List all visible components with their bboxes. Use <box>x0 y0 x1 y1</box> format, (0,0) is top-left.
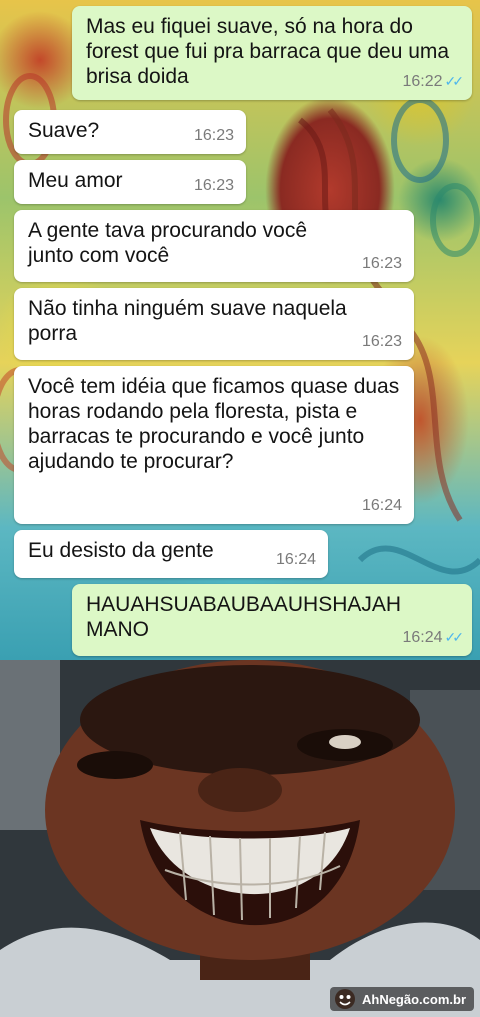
message-time: 16:22 <box>402 73 443 90</box>
message-text: Não tinha ninguém suave naquela porra <box>28 297 347 345</box>
message-bubble-outgoing[interactable]: Mas eu fiquei suave, só na hora do fores… <box>72 6 472 100</box>
message-time: 16:24 <box>275 551 316 568</box>
message-meta: 16:24 ✓✓ <box>402 625 465 650</box>
message-bubble-incoming[interactable]: Suave? 16:23 <box>14 110 246 154</box>
grinning-face-illustration <box>0 660 480 1017</box>
message-text: HAUAHSUABAUBAAUHSHAJAH MANO <box>86 593 402 641</box>
read-receipt-icon: ✓✓ <box>444 73 465 89</box>
message-bubble-incoming[interactable]: Não tinha ninguém suave naquela porra 16… <box>14 288 414 360</box>
message-text: A gente tava procurando você junto com v… <box>28 219 308 267</box>
message-meta: 16:22 ✓✓ <box>402 69 465 94</box>
message-bubble-incoming[interactable]: Eu desisto da gente 16:24 <box>14 530 328 578</box>
message-bubble-incoming[interactable]: Meu amor 16:23 <box>14 160 246 204</box>
read-receipt-icon: ✓✓ <box>444 629 465 645</box>
message-time: 16:23 <box>361 333 402 350</box>
message-bubble-incoming[interactable]: A gente tava procurando você junto com v… <box>14 210 414 282</box>
watermark-text: AhNegão.com.br <box>361 991 466 1007</box>
message-time: 16:23 <box>361 255 402 272</box>
watermark-logo-icon <box>334 989 355 1009</box>
reaction-photo: AhNegão.com.br <box>0 660 480 1017</box>
message-text: Você tem idéia que ficamos quase duas ho… <box>28 375 400 473</box>
message-time: 16:24 <box>361 497 402 514</box>
message-bubble-incoming[interactable]: Você tem idéia que ficamos quase duas ho… <box>14 366 414 524</box>
message-text: Eu desisto da gente <box>28 539 214 562</box>
watermark: AhNegão.com.br <box>329 987 474 1011</box>
message-time: 16:24 <box>402 629 443 646</box>
chat-panel: Mas eu fiquei suave, só na hora do fores… <box>0 0 480 660</box>
message-time: 16:23 <box>193 177 234 194</box>
message-time: 16:23 <box>193 127 234 144</box>
message-bubble-outgoing[interactable]: HAUAHSUABAUBAAUHSHAJAH MANO 16:24 ✓✓ <box>72 584 472 656</box>
